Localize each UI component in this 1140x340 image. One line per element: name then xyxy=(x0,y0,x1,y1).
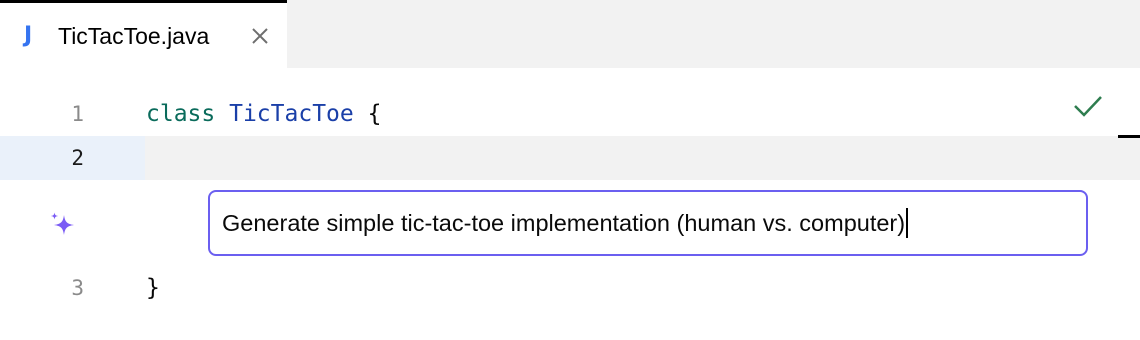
code-line-3[interactable]: } xyxy=(146,266,160,310)
line-number: 1 xyxy=(71,102,84,126)
open-brace: { xyxy=(367,101,382,127)
ai-prompt-text: Generate simple tic-tac-toe implementati… xyxy=(222,210,906,236)
editor-tab-bar: J TicTacToe.java xyxy=(0,0,1140,68)
line-number-current: 2 xyxy=(71,146,84,170)
tab-tictactoe-java[interactable]: J TicTacToe.java xyxy=(0,0,287,68)
text-caret xyxy=(906,207,909,238)
class-name: TicTacToe xyxy=(229,101,354,127)
close-icon[interactable] xyxy=(249,25,271,47)
sparkle-icon xyxy=(51,212,74,235)
java-file-icon: J xyxy=(24,23,33,48)
code-line-1[interactable]: class TicTacToe { xyxy=(146,92,381,136)
line-number: 3 xyxy=(71,276,84,300)
scrollbar-marker[interactable] xyxy=(1118,135,1140,138)
ai-prompt-input[interactable]: Generate simple tic-tac-toe implementati… xyxy=(208,190,1088,256)
check-icon[interactable] xyxy=(1072,94,1104,118)
keyword-class: class xyxy=(146,101,216,127)
tab-title: TicTacToe.java xyxy=(58,23,210,49)
code-editor[interactable]: 1 class TicTacToe { 2 Generate simple ti… xyxy=(0,68,1140,340)
current-line-highlight xyxy=(145,136,1140,180)
